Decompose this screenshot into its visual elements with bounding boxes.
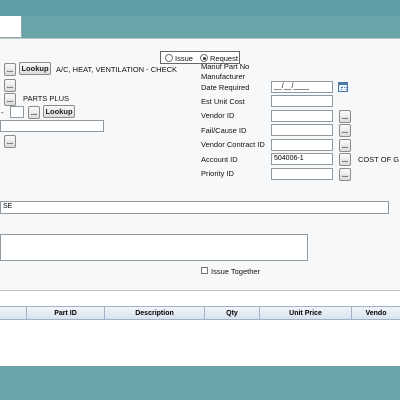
- notes-textarea[interactable]: [0, 234, 308, 261]
- parts-dots-button[interactable]: ...: [4, 93, 16, 106]
- left-text-input[interactable]: [0, 120, 104, 132]
- column-header-qty[interactable]: Qty: [205, 307, 260, 320]
- manufacturer-label: Manufacturer: [201, 72, 246, 81]
- footer-bar: [0, 366, 400, 400]
- priority-id-label: Priority ID: [201, 169, 234, 178]
- column-header-vendor[interactable]: Vendo: [352, 307, 400, 320]
- ahu-dots-button[interactable]: ...: [4, 63, 16, 76]
- ahu-description: A/C, HEAT, VENTILATION - CHECK: [56, 65, 177, 74]
- date-required-input[interactable]: __/__/____: [271, 81, 333, 93]
- dash-text: -: [1, 108, 4, 117]
- issue-radio[interactable]: [165, 54, 173, 62]
- description-input[interactable]: SE: [0, 201, 389, 214]
- priority-dots-button[interactable]: ...: [339, 168, 351, 181]
- ahu-lookup-button[interactable]: Lookup: [19, 62, 51, 75]
- request-radio[interactable]: [200, 54, 208, 62]
- code-dots-button[interactable]: ...: [28, 106, 40, 119]
- cost-of-text: COST OF G: [358, 155, 400, 164]
- vendor-contract-dots-button[interactable]: ...: [339, 139, 351, 152]
- vendor-id-input[interactable]: [271, 110, 333, 122]
- account-id-label: Account ID: [201, 155, 238, 164]
- fail-cause-dots-button[interactable]: ...: [339, 124, 351, 137]
- parts-table-panel: [0, 290, 400, 366]
- dots-button-5[interactable]: ...: [4, 135, 16, 148]
- code-lookup-button[interactable]: Lookup: [43, 105, 75, 118]
- vendor-contract-id-input[interactable]: [271, 139, 333, 151]
- column-header-select[interactable]: [0, 307, 27, 320]
- tab-stub[interactable]: [0, 16, 22, 38]
- vendor-dots-button[interactable]: ...: [339, 110, 351, 123]
- vendor-id-label: Vendor ID: [201, 111, 235, 120]
- est-unit-cost-input[interactable]: [271, 95, 333, 107]
- calendar-icon[interactable]: [338, 82, 348, 92]
- fail-cause-id-input[interactable]: [271, 124, 333, 136]
- date-required-label: Date Required: [201, 83, 250, 92]
- manuf-part-no-label: Manuf Part No: [201, 62, 250, 71]
- dots-button-2[interactable]: ...: [4, 79, 16, 92]
- issue-together-checkbox[interactable]: [201, 267, 208, 274]
- account-id-input[interactable]: 504006-1: [271, 153, 333, 165]
- column-header-description[interactable]: Description: [105, 307, 205, 320]
- issue-together-label: Issue Together: [211, 267, 261, 276]
- column-header-part-id[interactable]: Part ID: [27, 307, 105, 320]
- parts-plus-text: PARTS PLUS: [23, 94, 69, 103]
- fail-cause-id-label: Fail/Cause ID: [201, 126, 247, 135]
- title-bar: [0, 0, 400, 16]
- parts-table-header: Part ID Description Qty Unit Price Vendo: [0, 306, 400, 320]
- column-header-unit-price[interactable]: Unit Price: [260, 307, 352, 320]
- issue-label: Issue: [175, 54, 193, 63]
- small-code-input[interactable]: [10, 106, 24, 118]
- account-dots-button[interactable]: ...: [339, 153, 351, 166]
- est-unit-cost-label: Est Unit Cost: [201, 97, 245, 106]
- vendor-contract-id-label: Vendor Contract ID: [201, 140, 265, 149]
- priority-id-input[interactable]: [271, 168, 333, 180]
